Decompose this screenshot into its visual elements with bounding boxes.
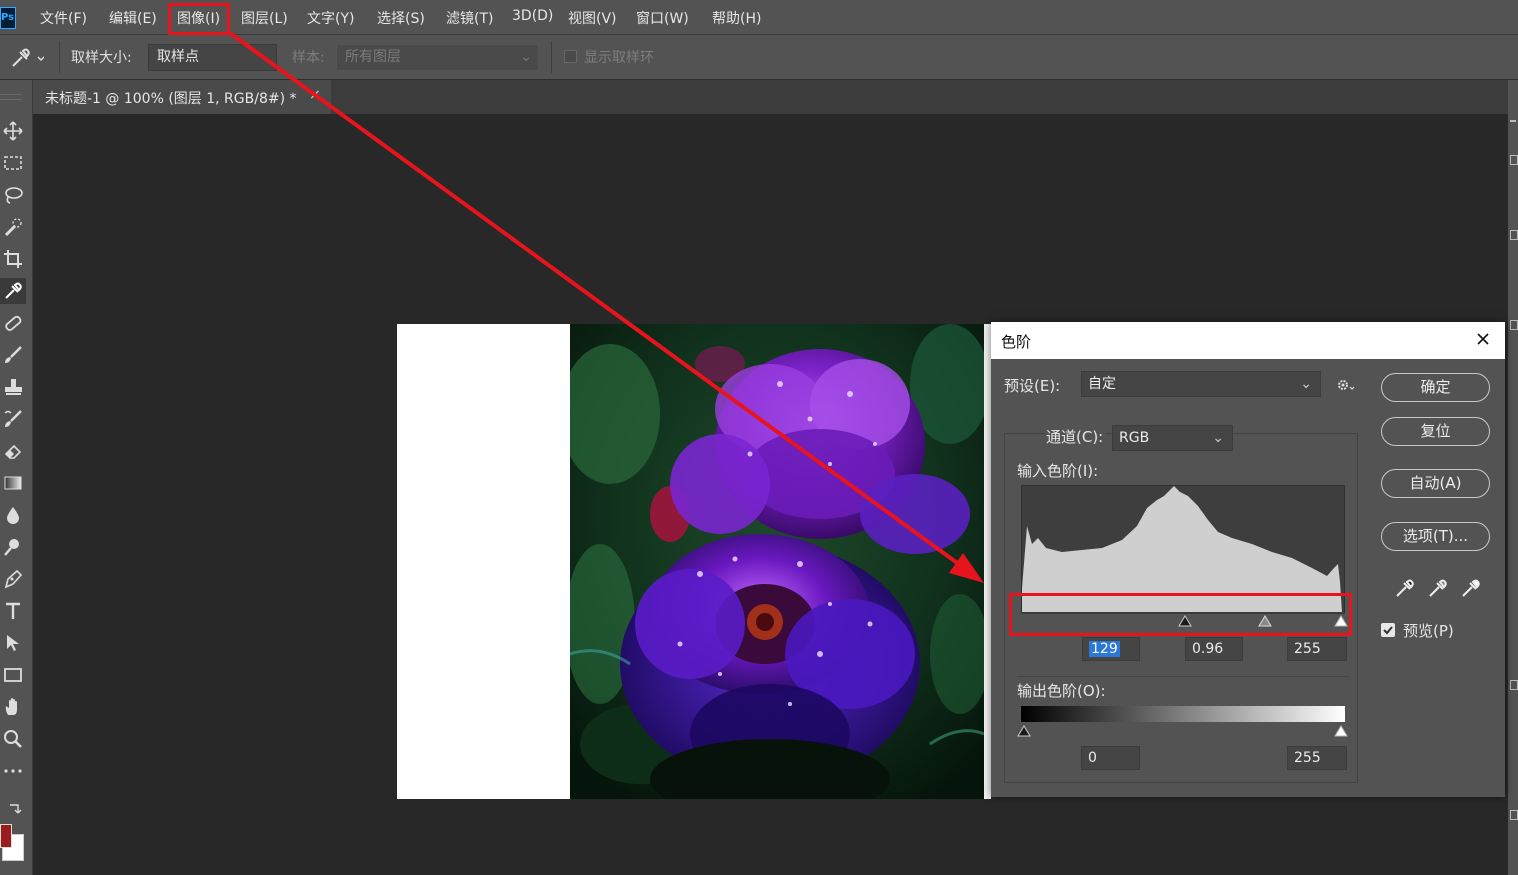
tools-panel bbox=[0, 80, 33, 875]
healing-icon[interactable] bbox=[0, 310, 26, 336]
menu-item[interactable]: 文字(Y) bbox=[307, 8, 354, 28]
stamp-icon[interactable] bbox=[0, 374, 26, 400]
chevron-down-icon: ⌄ bbox=[1212, 430, 1224, 446]
slider-highlight-annotation bbox=[1009, 593, 1352, 636]
input-black-value: 129 bbox=[1089, 641, 1120, 657]
auto-button[interactable]: 自动(A) bbox=[1381, 469, 1490, 498]
preset-gear-icon[interactable] bbox=[1336, 377, 1356, 397]
menu-highlight-annotation bbox=[168, 3, 230, 35]
panel-icon[interactable] bbox=[1510, 320, 1518, 330]
chevron-down-icon: ⌄ bbox=[1300, 376, 1312, 392]
input-white-field[interactable]: 255 bbox=[1287, 637, 1347, 661]
menu-item[interactable]: 编辑(E) bbox=[109, 8, 157, 28]
options-button[interactable]: 选项(T)... bbox=[1381, 522, 1490, 551]
document-tab[interactable]: 未标题-1 @ 100% (图层 1, RGB/8#) * × bbox=[33, 80, 331, 114]
panel-icon[interactable] bbox=[1510, 680, 1518, 690]
swap-colors-icon[interactable] bbox=[8, 802, 22, 820]
panel-icon[interactable] bbox=[1510, 155, 1518, 165]
preset-label: 预设(E): bbox=[1004, 377, 1061, 395]
preset-value: 自定 bbox=[1088, 376, 1116, 392]
right-panel-strip bbox=[1508, 80, 1518, 875]
close-icon[interactable] bbox=[1475, 331, 1491, 351]
ok-button[interactable]: 确定 bbox=[1381, 373, 1490, 402]
input-black-field[interactable]: 129 bbox=[1082, 637, 1140, 661]
output-levels-label: 输出色阶(O): bbox=[1017, 682, 1106, 700]
panel-icon[interactable] bbox=[1510, 810, 1518, 820]
eraser-icon[interactable] bbox=[0, 438, 26, 464]
output-black-slider[interactable] bbox=[1017, 725, 1031, 741]
canvas-white-area bbox=[397, 324, 570, 799]
eyedropper-icon[interactable] bbox=[0, 278, 26, 304]
sample-size-select[interactable]: 取样点 bbox=[148, 44, 277, 71]
output-black-field[interactable]: 0 bbox=[1081, 746, 1140, 770]
move-icon[interactable] bbox=[0, 118, 26, 144]
dialog-title: 色阶 bbox=[1001, 333, 1032, 351]
channel-select[interactable]: RGB ⌄ bbox=[1112, 425, 1233, 451]
output-white-slider[interactable] bbox=[1334, 725, 1348, 741]
hand-icon[interactable] bbox=[0, 694, 26, 720]
input-gamma-field[interactable]: 0.96 bbox=[1185, 637, 1243, 661]
white-point-eyedropper-icon[interactable] bbox=[1460, 577, 1482, 603]
chevron-down-icon: ⌄ bbox=[520, 49, 532, 65]
panel-icon[interactable] bbox=[1510, 120, 1516, 122]
input-levels-label: 输入色阶(I): bbox=[1017, 462, 1099, 480]
zoom-icon[interactable] bbox=[0, 726, 26, 752]
sample-select-value: 所有图层 bbox=[345, 49, 401, 65]
more-icon[interactable] bbox=[0, 758, 26, 784]
menu-item[interactable]: 图层(L) bbox=[241, 8, 288, 28]
panel-grip bbox=[0, 94, 22, 100]
sample-select[interactable]: 所有图层 ⌄ bbox=[336, 44, 539, 71]
gradient-icon[interactable] bbox=[0, 470, 26, 496]
eyedropper-preset-icon[interactable] bbox=[10, 48, 45, 72]
lasso-icon[interactable] bbox=[0, 182, 26, 208]
photoshop-logo: Ps bbox=[0, 7, 16, 29]
canvas-edge bbox=[984, 324, 991, 799]
show-ring-label: 显示取样环 bbox=[584, 50, 654, 66]
panel-icon[interactable] bbox=[1510, 230, 1518, 240]
output-white-field[interactable]: 255 bbox=[1287, 746, 1347, 770]
foreground-color-swatch[interactable] bbox=[0, 824, 12, 848]
menu-item[interactable]: 选择(S) bbox=[377, 8, 425, 28]
pen-icon[interactable] bbox=[0, 566, 26, 592]
reset-button[interactable]: 复位 bbox=[1381, 417, 1490, 446]
path-select-icon[interactable] bbox=[0, 630, 26, 656]
dodge-icon[interactable] bbox=[0, 534, 26, 560]
menu-item[interactable]: 窗口(W) bbox=[636, 8, 689, 28]
levels-dialog: 色阶 预设(E): 自定 ⌄ 确定 复位 自动(A) 选项(T)... 预览(P… bbox=[991, 322, 1505, 797]
menu-item[interactable]: 帮助(H) bbox=[712, 8, 761, 28]
preview-checkbox[interactable] bbox=[1381, 623, 1395, 637]
preview-label: 预览(P) bbox=[1403, 622, 1454, 640]
brush-icon[interactable] bbox=[0, 342, 26, 368]
check-icon bbox=[1383, 626, 1393, 635]
document-tab-title: 未标题-1 @ 100% (图层 1, RGB/8#) * bbox=[45, 91, 297, 107]
show-ring-checkbox[interactable] bbox=[564, 50, 577, 63]
sample-size-label: 取样大小: bbox=[71, 50, 132, 66]
close-tab-icon[interactable]: × bbox=[309, 87, 321, 103]
marquee-icon[interactable] bbox=[0, 150, 26, 176]
separator bbox=[59, 41, 60, 73]
gray-point-eyedropper-icon[interactable] bbox=[1427, 577, 1449, 603]
sample-label: 样本: bbox=[292, 50, 325, 66]
separator bbox=[551, 41, 552, 73]
channel-value: RGB bbox=[1119, 430, 1150, 446]
blur-icon[interactable] bbox=[0, 502, 26, 528]
menu-item[interactable]: 文件(F) bbox=[40, 8, 87, 28]
channel-label: 通道(C): bbox=[1044, 426, 1106, 447]
type-icon[interactable] bbox=[0, 598, 26, 624]
menu-item[interactable]: 滤镜(T) bbox=[446, 8, 493, 28]
black-point-eyedropper-icon[interactable] bbox=[1394, 577, 1416, 603]
quick-select-icon[interactable] bbox=[0, 214, 26, 240]
options-bar: 取样大小: 取样点 样本: 所有图层 ⌄ 显示取样环 bbox=[0, 35, 1518, 80]
crop-icon[interactable] bbox=[0, 246, 26, 272]
history-brush-icon[interactable] bbox=[0, 406, 26, 432]
menu-item[interactable]: 视图(V) bbox=[568, 8, 617, 28]
preset-select[interactable]: 自定 ⌄ bbox=[1081, 371, 1321, 397]
output-gradient bbox=[1021, 706, 1345, 722]
canvas-photo-peony bbox=[570, 324, 984, 799]
divider bbox=[1017, 676, 1349, 677]
dialog-title-bar: 色阶 bbox=[991, 322, 1505, 359]
rectangle-icon[interactable] bbox=[0, 662, 26, 688]
menu-item[interactable]: 3D(D) bbox=[512, 8, 553, 24]
